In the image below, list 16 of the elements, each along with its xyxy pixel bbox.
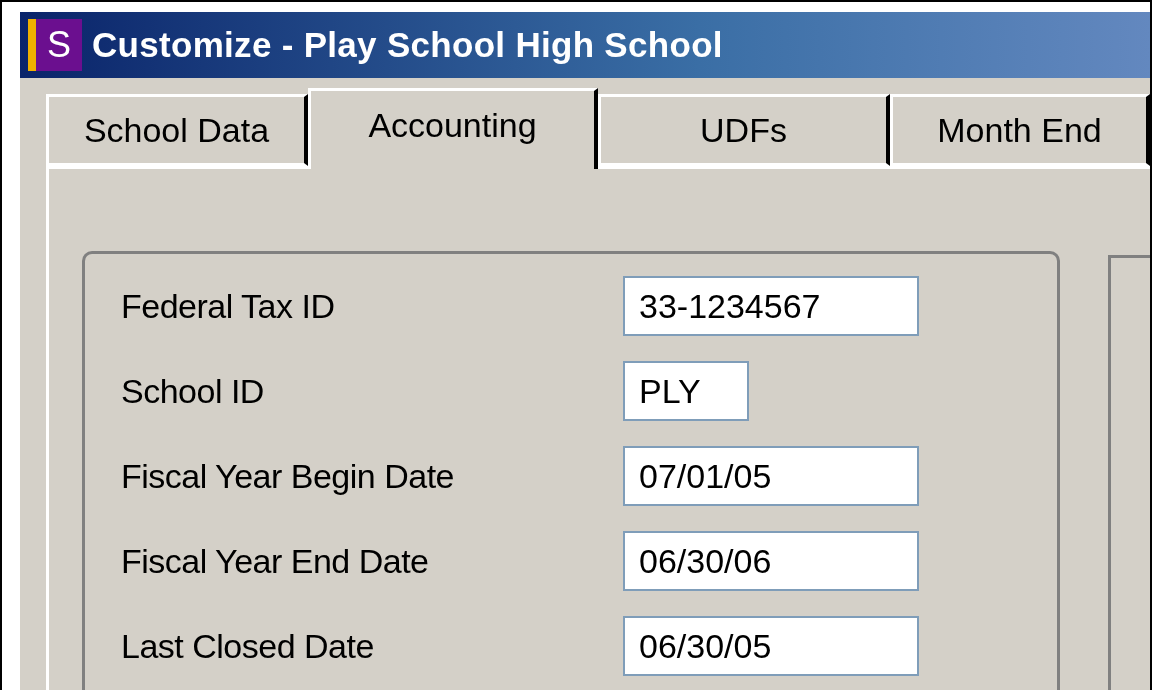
- input-field[interactable]: 07/01/05: [623, 446, 919, 506]
- field-label: Fiscal Year End Date: [121, 541, 430, 581]
- input-field[interactable]: 06/30/05: [623, 616, 919, 676]
- tab[interactable]: UDFs: [598, 94, 890, 166]
- field-label: Federal Tax ID: [121, 286, 336, 326]
- app-icon: S: [28, 19, 82, 71]
- field-label: Last Closed Date: [121, 626, 375, 666]
- window-title: Customize - Play School High School: [92, 25, 723, 65]
- input-field[interactable]: 06/30/06: [623, 531, 919, 591]
- tab[interactable]: Accounting: [308, 88, 598, 169]
- tab[interactable]: School Data: [46, 94, 308, 166]
- field-label: School ID: [121, 371, 265, 411]
- input-field[interactable]: PLY: [623, 361, 749, 421]
- tab[interactable]: Month End: [890, 94, 1150, 166]
- field-label: Fiscal Year Begin Date: [121, 456, 455, 496]
- input-field[interactable]: 33-1234567: [623, 276, 919, 336]
